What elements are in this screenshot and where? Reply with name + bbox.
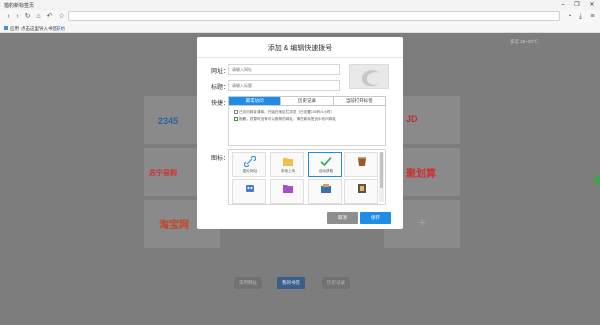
icon-preview [349,64,389,89]
film-icon [358,184,366,193]
title-bar: 猎豹新标签页 – ❐ ✕ [0,0,600,10]
divider [197,57,403,58]
info-icon [234,117,238,122]
icon-option-image-url[interactable]: 图片网址 [232,152,266,177]
url-label: 网址： [211,69,230,75]
tile-label: JD [406,114,418,124]
tile-label: 淘宝网 [159,220,189,231]
icon-option[interactable] [344,152,378,177]
refresh-icon[interactable]: ↻ [23,12,32,22]
cup-icon [358,157,366,166]
weather-text: 多云 25~29℃ [510,39,538,44]
bookmarks-bar: 应用 点击这里导入书签。 开始 [0,24,600,33]
tab-most-visited[interactable]: 最常访问 [229,97,282,105]
apps-icon[interactable] [4,26,8,30]
undo-icon[interactable]: ↶ [45,12,54,22]
quick-label: 快捷： [211,101,230,107]
common-sites-button[interactable]: 常用网址 [234,277,262,289]
scrollbar-thumb[interactable] [380,152,383,188]
home-icon[interactable]: ⌂ [34,12,43,22]
history-button[interactable]: 历史记录 [322,277,350,289]
tile-label: 聚划算 [406,169,436,180]
document-icon [234,110,238,115]
icon-option[interactable] [270,179,304,204]
robot-icon [246,185,254,192]
dialog-title: 添加 & 编辑快速拨号 [267,45,333,52]
title-label: 标题： [211,85,230,91]
url-input[interactable] [228,64,340,75]
icon-option-local-upload[interactable]: 本地上传 [270,152,304,177]
cancel-button[interactable]: 取消 [327,212,358,224]
window-title: 猎豹新标签页 [4,3,35,9]
icon-option[interactable] [308,179,342,204]
import-bookmarks-link[interactable]: 开始 [56,26,65,32]
forward-icon[interactable]: › [13,12,22,22]
icon-option-auto-fetch[interactable]: 自动获取 [308,152,342,177]
plus-icon: + [418,214,427,230]
folder-purple-icon [283,185,293,193]
tab-history[interactable]: 历史记录 [281,97,334,105]
check-icon [320,156,332,167]
my-bookmarks-button[interactable]: 我的书签 [277,277,305,289]
icon-option-label: 本地上传 [280,169,296,173]
title-input[interactable] [228,80,340,91]
quick-tabs: 最常访问 历史记录 当前打开标签 [228,96,386,106]
download-icon[interactable]: ⤓ [576,12,585,22]
tile-label: 苏宁易购 [149,170,177,177]
tip-text: 抱歉，您暂时没有可以推荐的网址，请在新标签页中访问网址 [239,117,337,121]
icon-option-label: 自动获取 [318,169,334,173]
icon-picker: 图片网址 本地上传 自动获取 [228,149,386,205]
box-icon [321,184,331,193]
quick-tab-panel: 已访问网址清单，开始在地址栏浏览（已设置100秒/1小时） 抱歉，您暂时没有可以… [228,106,386,146]
icons-label: 图标： [211,156,230,162]
icon-picker-scrollbar[interactable] [379,152,384,202]
minimize-icon[interactable]: – [558,1,568,9]
add-edit-speed-dial-dialog: 添加 & 编辑快速拨号 网址： 标题： 快捷： 最常访问 历史记录 当前打开标签… [197,37,403,229]
close-icon[interactable]: ✕ [587,1,597,9]
preview-logo-icon [361,69,379,87]
tip-line: 已访问网址清单，开始在地址栏浏览（已设置100秒/1小时） [234,110,334,115]
address-bar[interactable] [68,11,560,21]
tab-open-tabs[interactable]: 当前打开标签 [333,97,385,105]
side-widget-icon[interactable] [594,175,600,185]
icon-option[interactable] [232,179,266,204]
restore-icon[interactable]: ❐ [572,1,582,9]
link-icon [244,156,256,167]
tile-label: 2345 [158,116,179,126]
apps-link[interactable]: 应用 [10,26,19,32]
tip-text: 已访问网址清单，开始在地址栏浏览（已设置100秒/1小时） [239,110,335,114]
star-icon[interactable]: ☆ [57,12,66,22]
icon-option-label: 图片网址 [242,169,258,173]
back-icon[interactable]: ‹ [4,12,13,22]
folder-icon [283,158,293,166]
save-button[interactable]: 保存 [360,212,391,224]
icon-option[interactable] [344,179,378,204]
history-icon[interactable]: ◔ [565,12,574,22]
menu-icon[interactable]: ≡ [588,12,597,22]
tip-line: 抱歉，您暂时没有可以推荐的网址，请在新标签页中访问网址 [234,117,336,122]
